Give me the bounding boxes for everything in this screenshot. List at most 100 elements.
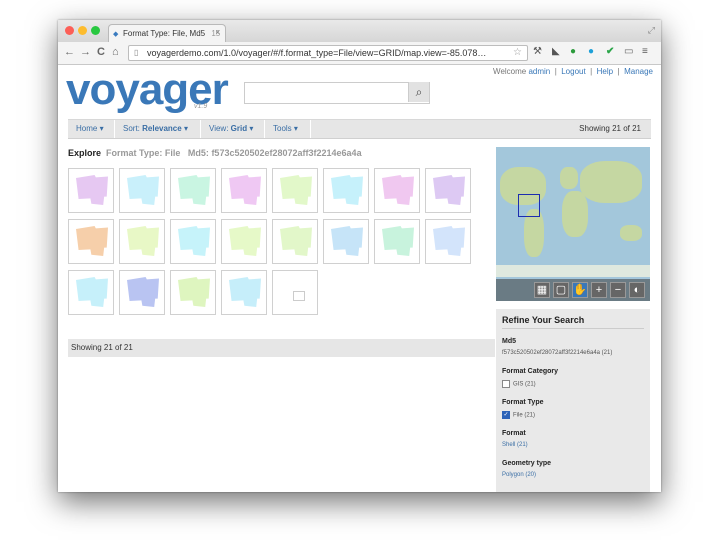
square-select-icon[interactable]: ▢ bbox=[553, 282, 569, 298]
fullscreen-icon[interactable]: ⤢ bbox=[648, 25, 655, 36]
polygon-preview-icon bbox=[433, 226, 465, 256]
tools-menu[interactable]: Tools ▾ bbox=[273, 124, 298, 133]
polygon-preview-icon bbox=[382, 175, 414, 205]
polygon-preview-icon bbox=[229, 277, 261, 307]
map-extent-box[interactable] bbox=[518, 194, 540, 217]
md5-facet-value[interactable]: f573c520502ef28072aff3f2214e6a4a (21) bbox=[502, 350, 612, 356]
result-thumbnail[interactable] bbox=[221, 168, 267, 213]
browser-window: ◆ Format Type: File, Md5 15 × ⤢ ← → C ⌂ … bbox=[58, 20, 661, 492]
logout-link[interactable]: Logout bbox=[561, 67, 585, 76]
breadcrumb: Explore Format Type: File Md5: f573c5205… bbox=[68, 148, 362, 158]
menu-icon[interactable]: ≡ bbox=[642, 46, 648, 58]
url-input[interactable]: ▯ voyagerdemo.com/1.0/voyager/#/f.format… bbox=[128, 45, 528, 61]
zoom-window-button[interactable] bbox=[91, 26, 100, 35]
sort-menu[interactable]: Sort: Relevance ▾ bbox=[123, 124, 188, 133]
format-category-label: Format Category bbox=[502, 368, 559, 375]
pan-hand-icon[interactable]: ✋ bbox=[572, 282, 588, 298]
result-count: Showing 21 of 21 bbox=[579, 124, 641, 133]
grid-icon[interactable]: ▦ bbox=[534, 282, 550, 298]
format-type-option[interactable]: ✓ File (21) bbox=[502, 411, 535, 419]
polygon-preview-icon bbox=[280, 175, 312, 205]
user-links: Welcome admin | Logout | Help | Manage bbox=[493, 67, 653, 76]
geometry-type-option[interactable]: Polygon (20) bbox=[502, 472, 536, 478]
browser-tab[interactable]: ◆ Format Type: File, Md5 15 × bbox=[108, 24, 226, 42]
europe-land bbox=[560, 167, 578, 189]
polygon-preview-icon bbox=[178, 226, 210, 256]
format-option[interactable]: Shell (21) bbox=[502, 442, 528, 448]
result-thumbnail-placeholder[interactable] bbox=[272, 270, 318, 315]
search-button[interactable]: ⌕ bbox=[408, 82, 429, 102]
close-window-button[interactable] bbox=[65, 26, 74, 35]
result-thumbnail[interactable] bbox=[170, 168, 216, 213]
cast-icon[interactable]: ▭ bbox=[624, 46, 633, 58]
result-thumbnail[interactable] bbox=[170, 219, 216, 264]
zoom-in-icon[interactable]: + bbox=[591, 282, 607, 298]
extension-blue-icon[interactable]: ● bbox=[588, 46, 594, 58]
result-thumbnail[interactable] bbox=[119, 270, 165, 315]
tab-close-icon[interactable]: × bbox=[215, 28, 220, 37]
result-thumbnail[interactable] bbox=[221, 270, 267, 315]
polygon-preview-icon bbox=[433, 175, 465, 205]
tag-icon[interactable]: ◣ bbox=[552, 46, 560, 58]
result-thumbnail[interactable] bbox=[68, 270, 114, 315]
result-count-footer: Showing 21 of 21 bbox=[68, 339, 495, 357]
result-thumbnail[interactable] bbox=[68, 219, 114, 264]
forward-button[interactable]: → bbox=[80, 45, 91, 59]
bookmark-star-icon[interactable]: ☆ bbox=[513, 47, 522, 59]
result-thumbnail[interactable] bbox=[374, 168, 420, 213]
welcome-text: Welcome bbox=[493, 67, 529, 76]
wrench-icon[interactable]: ⚒ bbox=[533, 46, 542, 58]
polygon-preview-icon bbox=[127, 175, 159, 205]
polygon-preview-icon bbox=[331, 226, 363, 256]
back-button[interactable]: ← bbox=[64, 45, 75, 59]
result-thumbnail[interactable] bbox=[374, 219, 420, 264]
refine-title: Refine Your Search bbox=[502, 315, 585, 325]
home-menu[interactable]: Home ▾ bbox=[76, 124, 104, 133]
user-link[interactable]: admin bbox=[528, 67, 550, 76]
voyager-favicon-icon: ◆ bbox=[113, 31, 119, 38]
minimize-window-button[interactable] bbox=[78, 26, 87, 35]
result-thumbnail[interactable] bbox=[323, 168, 369, 213]
filter-format-type[interactable]: Format Type: File bbox=[106, 148, 180, 158]
result-thumbnail[interactable] bbox=[221, 219, 267, 264]
view-menu[interactable]: View: Grid ▾ bbox=[209, 124, 253, 133]
format-category-option[interactable]: GIS (21) bbox=[502, 380, 536, 388]
result-thumbnail[interactable] bbox=[119, 219, 165, 264]
checkmark-icon[interactable]: ✔ bbox=[606, 46, 614, 58]
file-checkbox[interactable]: ✓ bbox=[502, 411, 510, 419]
search-input[interactable] bbox=[244, 82, 430, 104]
polygon-preview-icon bbox=[382, 226, 414, 256]
filter-md5[interactable]: Md5: f573c520502ef28072aff3f2214e6a4a bbox=[188, 148, 362, 158]
search-icon: ⌕ bbox=[415, 85, 423, 99]
globe-icon[interactable]: ◐ bbox=[629, 282, 645, 298]
map-view[interactable]: ▦ ▢ ✋ + − ◐ bbox=[496, 147, 650, 301]
result-thumbnail[interactable] bbox=[425, 168, 471, 213]
result-thumbnail[interactable] bbox=[68, 168, 114, 213]
help-link[interactable]: Help bbox=[597, 67, 613, 76]
results-toolbar: Home ▾ Sort: Relevance ▾ View: Grid ▾ To… bbox=[68, 119, 651, 139]
africa-land bbox=[562, 191, 588, 237]
polygon-preview-icon bbox=[178, 277, 210, 307]
polygon-preview-icon bbox=[229, 226, 261, 256]
polygon-preview-icon bbox=[76, 226, 108, 256]
result-thumbnail[interactable] bbox=[119, 168, 165, 213]
image-placeholder-icon bbox=[293, 291, 305, 301]
zoom-out-icon[interactable]: − bbox=[610, 282, 626, 298]
format-type-label: Format Type bbox=[502, 399, 544, 406]
gis-checkbox[interactable] bbox=[502, 380, 510, 388]
polygon-preview-icon bbox=[229, 175, 261, 205]
reload-button[interactable]: C bbox=[97, 45, 105, 59]
refine-panel: Refine Your Search Md5 f573c520502ef2807… bbox=[496, 309, 650, 492]
australia-land bbox=[620, 225, 642, 241]
home-button[interactable]: ⌂ bbox=[112, 45, 119, 59]
result-thumbnail[interactable] bbox=[425, 219, 471, 264]
polygon-preview-icon bbox=[331, 175, 363, 205]
page-content: voyager v1.9 ⌕ Welcome admin | Logout | … bbox=[58, 65, 661, 492]
result-thumbnail[interactable] bbox=[272, 219, 318, 264]
result-thumbnail[interactable] bbox=[170, 270, 216, 315]
result-thumbnail[interactable] bbox=[272, 168, 318, 213]
result-thumbnail[interactable] bbox=[323, 219, 369, 264]
manage-link[interactable]: Manage bbox=[624, 67, 653, 76]
tab-bar: ◆ Format Type: File, Md5 15 × ⤢ bbox=[58, 20, 661, 42]
extension-green-icon[interactable]: ● bbox=[570, 46, 576, 58]
